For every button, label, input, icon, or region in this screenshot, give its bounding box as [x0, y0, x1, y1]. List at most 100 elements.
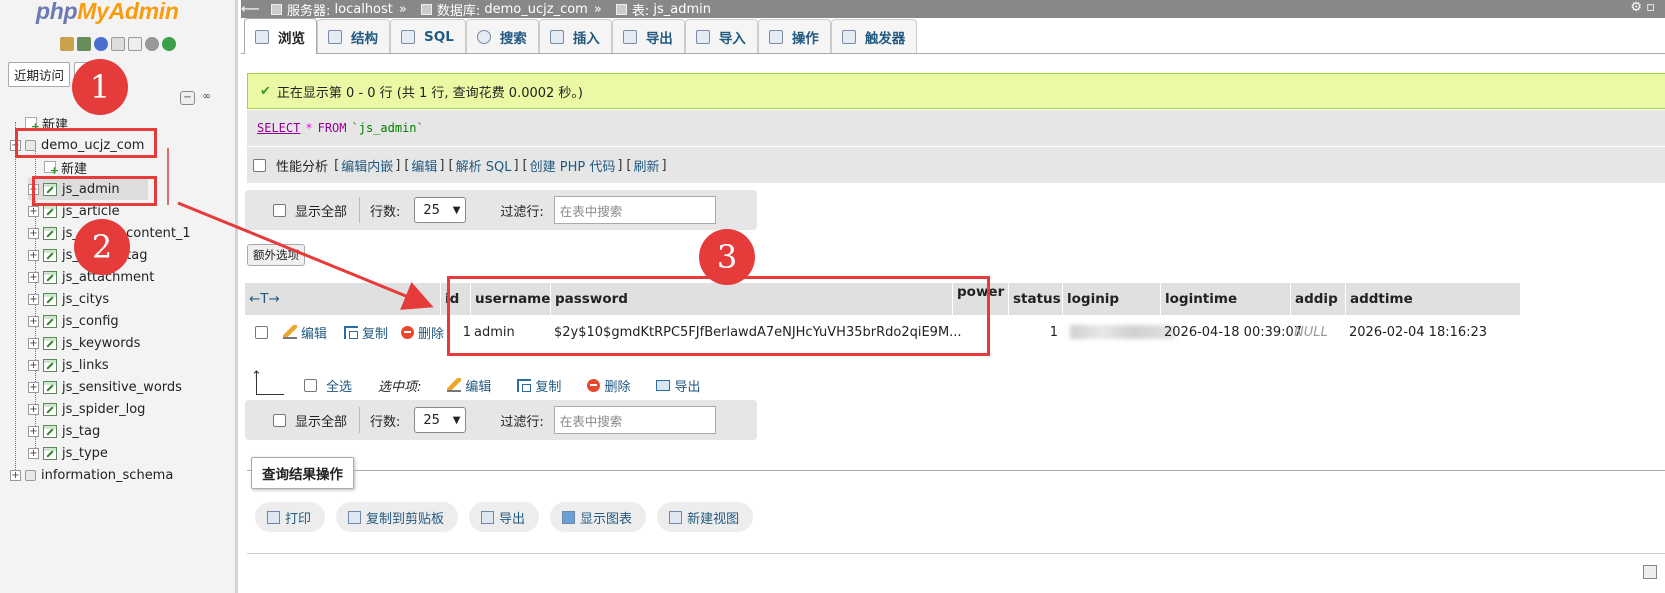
expand-icon[interactable]: +: [28, 249, 39, 261]
column-header-loginip[interactable]: loginip: [1062, 283, 1160, 315]
display-chart-button[interactable]: 显示图表: [550, 502, 647, 532]
create-php-code-link[interactable]: 创建 PHP 代码: [530, 156, 616, 175]
select-all-checkbox[interactable]: [304, 378, 317, 392]
expand-icon[interactable]: +: [10, 469, 21, 481]
extra-options-button[interactable]: 额外选项: [247, 244, 305, 266]
filter-rows-input[interactable]: 在表中搜索: [553, 406, 716, 434]
gear-icon[interactable]: [145, 37, 159, 51]
logout-icon[interactable]: [77, 37, 91, 51]
search-icon: [476, 29, 491, 44]
edit-inline-link[interactable]: 编辑内嵌: [341, 156, 393, 175]
tree-table-js-tag[interactable]: + js_tag: [28, 420, 100, 442]
view-icon: [669, 510, 683, 524]
tab-triggers[interactable]: 触发器: [830, 19, 918, 53]
recent-tab[interactable]: 近期访问: [8, 62, 71, 87]
tab-insert[interactable]: 插入: [538, 19, 612, 53]
docs-icon[interactable]: [111, 37, 125, 51]
expand-icon[interactable]: +: [28, 227, 39, 239]
tree-table-js-config[interactable]: + js_config: [28, 310, 119, 332]
expand-icon[interactable]: +: [28, 293, 39, 305]
new-icon: [44, 161, 59, 177]
cell-loginip[interactable]: [1066, 316, 1175, 348]
help-icon[interactable]: [94, 37, 108, 51]
home-icon[interactable]: [60, 37, 74, 51]
page-icon[interactable]: [128, 37, 142, 51]
tab-browse[interactable]: 浏览: [244, 18, 317, 54]
tab-operations[interactable]: 操作: [757, 19, 831, 53]
bulk-export-button[interactable]: 导出: [656, 376, 700, 395]
sql-query-box[interactable]: SELECT * FROM `js_admin`: [247, 110, 1665, 146]
settings-gear-icon[interactable]: ⚙ ▫: [1630, 0, 1655, 15]
tree-table-js-spider-log[interactable]: + js_spider_log: [28, 398, 145, 420]
tree-table-js-type[interactable]: + js_type: [28, 442, 108, 464]
row-edit-action[interactable]: 编辑: [279, 316, 327, 348]
bulk-copy-button[interactable]: 复制: [517, 376, 561, 395]
explain-sql-link[interactable]: 解析 SQL: [456, 156, 512, 175]
breadcrumb-table[interactable]: js_admin: [653, 2, 711, 17]
tree-new-table[interactable]: 新建: [44, 156, 87, 178]
back-arrow-icon[interactable]: ⟵: [241, 2, 260, 17]
expand-icon[interactable]: +: [28, 425, 39, 437]
expand-icon[interactable]: +: [28, 381, 39, 393]
filter-rows-input[interactable]: 在表中搜索: [553, 196, 716, 224]
tab-export[interactable]: 导出: [611, 19, 685, 53]
expand-icon[interactable]: +: [28, 205, 39, 217]
tree-table-js-sensitive-words[interactable]: + js_sensitive_words: [28, 376, 182, 398]
link-icon[interactable]: ∞: [199, 91, 214, 105]
column-header-addip[interactable]: addip: [1290, 283, 1345, 315]
profiling-label: 性能分析: [276, 159, 329, 175]
refresh-link[interactable]: 刷新: [634, 156, 660, 175]
cell-status[interactable]: 1: [1008, 316, 1062, 348]
column-header-logintime[interactable]: logintime: [1160, 283, 1290, 315]
tree-db-information-schema[interactable]: + information_schema: [10, 464, 173, 486]
tab-structure[interactable]: 结构: [317, 19, 390, 53]
sql-keyword-select[interactable]: SELECT: [257, 121, 300, 135]
query-results-operations-legend: 查询结果操作: [251, 457, 354, 489]
breadcrumb-server[interactable]: localhost: [335, 2, 393, 17]
rows-select[interactable]: 25 ▼: [414, 407, 467, 433]
rows-select[interactable]: 25 ▼: [414, 197, 467, 223]
expand-icon[interactable]: +: [28, 337, 39, 349]
expand-icon[interactable]: +: [28, 359, 39, 371]
tab-sql[interactable]: SQL: [390, 19, 466, 53]
expand-icon[interactable]: +: [28, 447, 39, 459]
expand-icon[interactable]: +: [28, 403, 39, 415]
column-header-status[interactable]: status: [1008, 283, 1062, 315]
create-view-button[interactable]: 新建视图: [657, 502, 754, 532]
cell-addip[interactable]: NULL: [1290, 316, 1328, 348]
expand-icon[interactable]: +: [28, 315, 39, 327]
tab-search[interactable]: 搜索: [465, 19, 539, 53]
show-all-checkbox[interactable]: [273, 203, 286, 217]
select-all-label[interactable]: 全选: [326, 376, 352, 395]
delete-icon: [401, 325, 414, 339]
profiling-checkbox[interactable]: [253, 158, 266, 172]
breadcrumb: ⟵ 服务器: localhost » 数据库: demo_ucjz_com » …: [241, 0, 1665, 19]
row-copy-action[interactable]: 复制: [340, 316, 388, 348]
breadcrumb-db[interactable]: demo_ucjz_com: [484, 2, 587, 17]
print-button[interactable]: 打印: [255, 502, 326, 532]
cell-addtime[interactable]: 2026-02-04 18:16:23: [1345, 316, 1487, 348]
phpmyadmin-logo[interactable]: phpMyAdmin: [36, 0, 179, 25]
row-delete-action[interactable]: 删除: [397, 316, 444, 348]
show-all-checkbox[interactable]: [273, 413, 286, 427]
bulk-edit-button[interactable]: 编辑: [447, 376, 491, 395]
collapse-all-icon[interactable]: −: [180, 91, 195, 105]
console-toggle-icon[interactable]: [1643, 565, 1657, 579]
cell-logintime[interactable]: 2026-04-18 00:39:07: [1160, 316, 1302, 348]
reload-icon[interactable]: [162, 37, 176, 51]
annotation-box-table: [32, 176, 157, 206]
tree-table-js-keywords[interactable]: + js_keywords: [28, 332, 140, 354]
copy-to-clipboard-button[interactable]: 复制到剪贴板: [336, 502, 459, 532]
expand-icon[interactable]: +: [28, 271, 39, 283]
print-label: 打印: [285, 511, 312, 527]
sort-arrows[interactable]: ←T→: [245, 283, 440, 315]
tree-table-js-citys[interactable]: + js_citys: [28, 288, 109, 310]
export-button[interactable]: 导出: [469, 502, 540, 532]
bulk-delete-button[interactable]: 删除: [587, 376, 630, 395]
nav-quick-icons: [60, 37, 176, 51]
edit-link[interactable]: 编辑: [411, 156, 437, 175]
tab-import[interactable]: 导入: [684, 19, 758, 53]
row-checkbox[interactable]: [255, 325, 268, 339]
tree-table-js-links[interactable]: + js_links: [28, 354, 109, 376]
column-header-addtime[interactable]: addtime: [1345, 283, 1520, 315]
